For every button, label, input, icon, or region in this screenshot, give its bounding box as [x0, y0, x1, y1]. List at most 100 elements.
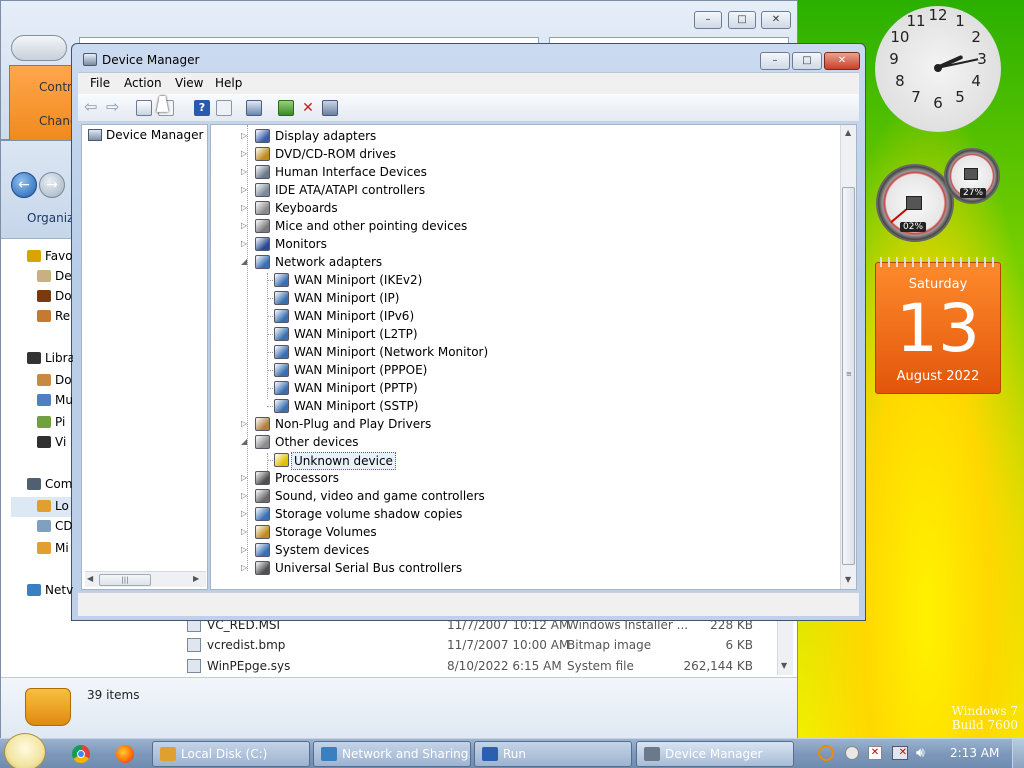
device-tree-item[interactable]: WAN Miniport (IPv6)	[211, 307, 831, 325]
close-button[interactable]: ✕	[824, 52, 860, 70]
device-tree-item[interactable]: ▷ Mice and other pointing devices	[211, 217, 831, 235]
device-tree-item[interactable]: WAN Miniport (IP)	[211, 289, 831, 307]
device-tree-item[interactable]: ▷ Display adapters	[211, 127, 831, 145]
vscroll-up-arrow[interactable]: ▲	[845, 128, 851, 137]
vscroll-down-arrow[interactable]: ▼	[845, 575, 851, 584]
action-center-flag-icon[interactable]: ✕	[868, 746, 882, 760]
nav-item[interactable]: Pi	[37, 413, 83, 431]
chrome-icon[interactable]	[72, 745, 90, 763]
console-tree-pane[interactable]: Device Manager or ◀ ||| ▶	[81, 124, 208, 590]
minimize-button[interactable]: –	[760, 52, 790, 70]
hscroll-thumb[interactable]: |||	[99, 574, 151, 586]
file-row[interactable]: vcredist.bmp 11/7/2007 10:00 AM Bitmap ima…	[187, 635, 767, 655]
nav-item[interactable]: Re	[37, 307, 83, 325]
device-tree-item[interactable]: ▷ IDE ATA/ATAPI controllers	[211, 181, 831, 199]
device-tree-item[interactable]: ▷ Human Interface Devices	[211, 163, 831, 181]
taskbar-button[interactable]: Run	[474, 741, 632, 767]
action-pane-icon[interactable]	[216, 100, 232, 116]
expand-arrow-icon[interactable]: ▷	[241, 415, 249, 433]
expand-arrow-icon[interactable]: ▷	[241, 217, 249, 235]
nav-item[interactable]: De	[37, 267, 83, 285]
enable-device-icon[interactable]	[322, 100, 338, 116]
menu-view[interactable]: View	[175, 76, 203, 90]
file-scroll-down-arrow[interactable]: ▼	[781, 661, 787, 670]
nav-item[interactable]: CD	[37, 517, 83, 535]
cp-maximize-button[interactable]: □	[728, 11, 756, 29]
expand-arrow-icon[interactable]: ▷	[241, 541, 249, 559]
expand-arrow-icon[interactable]: ▷	[241, 145, 249, 163]
back-arrow-icon[interactable]: ⇦	[84, 99, 100, 116]
collapse-arrow-icon[interactable]: ◢	[241, 253, 249, 271]
nav-item[interactable]: Vi	[37, 433, 83, 451]
expand-arrow-icon[interactable]: ▷	[241, 559, 249, 577]
calendar-gadget[interactable]: Saturday 13 August 2022	[875, 257, 1001, 394]
cp-close-button[interactable]: ✕	[761, 11, 791, 29]
nav-item[interactable]: Do	[37, 287, 83, 305]
nav-item[interactable]: Mu	[37, 391, 83, 409]
device-tree-item[interactable]: WAN Miniport (L2TP)	[211, 325, 831, 343]
hscroll-right-arrow[interactable]: ▶	[193, 574, 199, 583]
scan-hardware-icon[interactable]	[246, 100, 262, 116]
device-tree-item[interactable]: ▷ System devices	[211, 541, 831, 559]
menu-file[interactable]: File	[90, 76, 110, 90]
device-tree-item[interactable]: ◢ Network adapters	[211, 253, 831, 271]
device-tree-item[interactable]: ▷ Keyboards	[211, 199, 831, 217]
device-tree-item[interactable]: ▷ DVD/CD-ROM drives	[211, 145, 831, 163]
nav-item[interactable]: Netv	[27, 581, 73, 599]
maximize-button[interactable]: □	[792, 52, 822, 70]
cpu-meter-gadget[interactable]: 02% 27%	[874, 148, 1002, 244]
nav-item[interactable]: Com	[27, 475, 73, 493]
device-tree-pane[interactable]: ▷ Display adapters ▷ DVD/CD-ROM drives ▷ Huma…	[210, 124, 857, 590]
taskbar-button[interactable]: Local Disk (C:)	[152, 741, 310, 767]
cp-minimize-button[interactable]: –	[694, 11, 722, 29]
firefox-icon[interactable]	[116, 745, 134, 763]
update-driver-icon[interactable]	[278, 100, 294, 116]
expand-arrow-icon[interactable]: ▷	[241, 163, 249, 181]
explorer-navigation-pane[interactable]	[1, 239, 81, 683]
device-tree-item[interactable]: ▷ Storage volume shadow copies	[211, 505, 831, 523]
device-tree-item[interactable]: WAN Miniport (PPPOE)	[211, 361, 831, 379]
device-tree-item[interactable]: WAN Miniport (Network Monitor)	[211, 343, 831, 361]
volume-tray-icon[interactable]: 🔊︎	[916, 745, 925, 761]
device-tree-item[interactable]: ▷ Processors	[211, 469, 831, 487]
nav-item[interactable]: Favo	[27, 247, 73, 265]
file-list-scrollbar[interactable]: ▼	[777, 619, 793, 675]
device-tree-item[interactable]: WAN Miniport (IKEv2)	[211, 271, 831, 289]
device-tree-item[interactable]: ◢ Other devices	[211, 433, 831, 451]
device-tree-item[interactable]: ▷ Sound, video and game controllers	[211, 487, 831, 505]
device-tree-item[interactable]: ▷ Monitors	[211, 235, 831, 253]
taskbar-clock[interactable]: 2:13 AM	[950, 746, 999, 760]
taskbar-button[interactable]: Network and Sharing...	[313, 741, 471, 767]
show-desktop-button[interactable]	[1012, 739, 1024, 768]
expand-arrow-icon[interactable]: ▷	[241, 505, 249, 523]
file-row[interactable]: WinPEpge.sys 8/10/2022 6:15 AM System file…	[187, 656, 767, 676]
device-tree-item[interactable]: ▷ Universal Serial Bus controllers	[211, 559, 831, 577]
search-tray-icon[interactable]	[818, 745, 834, 761]
menu-help[interactable]: Help	[215, 76, 242, 90]
nav-item[interactable]: Libra	[27, 349, 73, 367]
uninstall-icon[interactable]: ✕	[300, 100, 316, 116]
back-button[interactable]: ←	[11, 172, 37, 198]
device-tree-item[interactable]: WAN Miniport (PPTP)	[211, 379, 831, 397]
nav-item[interactable]: Lo	[37, 497, 83, 515]
console-tree-root[interactable]: Device Manager or	[106, 128, 206, 142]
cp-back-forward-icon[interactable]	[11, 35, 67, 61]
device-tree-item[interactable]: WAN Miniport (SSTP)	[211, 397, 831, 415]
left-pane-hscroll[interactable]: ◀ ||| ▶	[85, 571, 206, 587]
nav-item[interactable]: Do	[37, 371, 83, 389]
taskbar-button[interactable]: Device Manager	[636, 741, 794, 767]
expand-arrow-icon[interactable]: ▷	[241, 127, 249, 145]
device-tree-item[interactable]: ▷ Storage Volumes	[211, 523, 831, 541]
network-tray-icon[interactable]: ✕	[892, 746, 908, 760]
clock-gadget[interactable]: 12 1 2 3 4 5 6 7 8 9 10 11	[875, 6, 1001, 132]
smiley-tray-icon[interactable]	[845, 746, 859, 760]
device-tree-item[interactable]: Unknown device	[211, 451, 831, 470]
expand-arrow-icon[interactable]: ▷	[241, 523, 249, 541]
expand-arrow-icon[interactable]: ▷	[241, 469, 249, 487]
forward-button[interactable]: →	[39, 172, 65, 198]
hscroll-left-arrow[interactable]: ◀	[87, 574, 93, 583]
start-button[interactable]	[4, 733, 46, 768]
expand-arrow-icon[interactable]: ▷	[241, 487, 249, 505]
device-manager-window[interactable]: Device Manager – □ ✕ File Action View He…	[71, 43, 866, 621]
nav-item[interactable]: Mi	[37, 539, 83, 557]
